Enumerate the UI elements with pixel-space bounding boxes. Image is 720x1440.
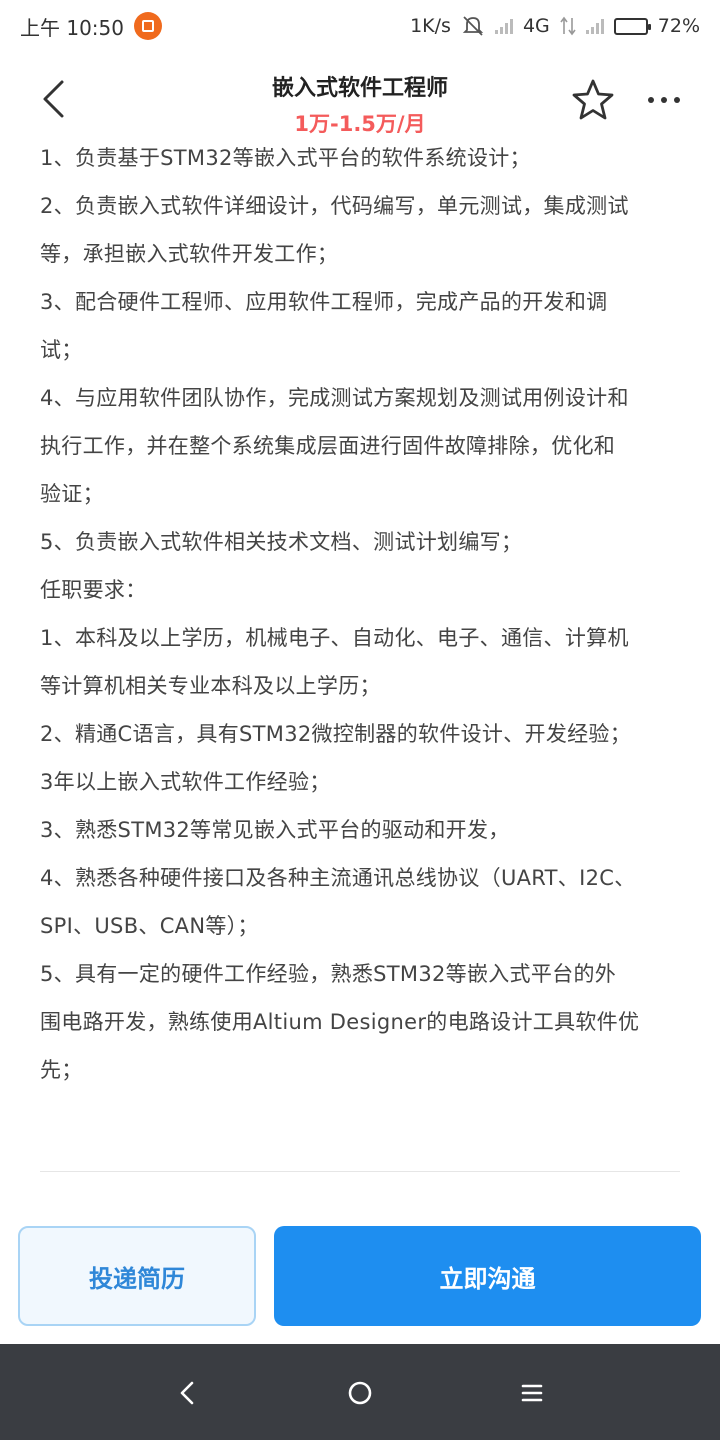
data-arrows-icon [560,16,576,36]
favorite-button[interactable] [568,76,618,126]
chat-now-button[interactable]: 立即沟通 [274,1226,701,1326]
description-line: 5、负责嵌入式软件相关技术文档、测试计划编写； [40,530,523,554]
description-line: 1、本科及以上学历，机械电子、自动化、电子、通信、计算机 [40,626,629,650]
more-options-button[interactable] [640,82,688,118]
description-line: 先； [40,1058,83,1082]
description-line: 执行工作，并在整个系统集成层面进行固件故障排除，优化和 [40,434,616,458]
network-speed: 1K/s [410,15,451,37]
description-line: 5、具有一定的硬件工作经验，熟悉STM32等嵌入式平台的外 [40,962,617,986]
description-line: 验证； [40,482,104,506]
alarm-off-icon [462,16,484,36]
description-line: 2、负责嵌入式软件详细设计，代码编写，单元测试，集成测试 [40,194,629,218]
description-line: 4、熟悉各种硬件接口及各种主流通讯总线协议（UART、I2C、 [40,866,636,890]
app-notification-icon [134,12,162,40]
description-line: 试； [40,338,83,362]
description-line: SPI、USB、CAN等）； [40,914,259,938]
submit-resume-button[interactable]: 投递简历 [18,1226,256,1326]
description-line: 等计算机相关专业本科及以上学历； [40,674,381,698]
network-type: 4G [522,15,550,37]
status-time: 上午 10:50 [20,15,124,40]
description-line: 4、与应用软件团队协作，完成测试方案规划及测试用例设计和 [40,386,629,410]
battery-percent: 72% [657,15,700,37]
signal-icon [494,18,513,34]
status-right: 1K/s 4G 72% [410,15,700,37]
nav-home-icon [348,1381,372,1405]
dot-icon [648,97,654,103]
description-line: 3、配合硬件工程师、应用软件工程师，完成产品的开发和调 [40,290,608,314]
description-line: 2、精通C语言，具有STM32微控制器的软件设计、开发经验； [40,722,632,746]
signal-2-icon [585,18,604,34]
nav-back-button[interactable] [163,1368,213,1418]
header: 嵌入式软件工程师 1万-1.5万/月 [0,52,720,144]
description-line: 3、熟悉STM32等常见嵌入式平台的驱动和开发， [40,818,510,842]
job-description: 1、负责基于STM32等嵌入式平台的软件系统设计； 2、负责嵌入式软件详细设计，代… [40,134,680,1174]
description-line: 任职要求： [40,578,147,602]
nav-back-icon [180,1381,194,1405]
status-left: 上午 10:50 [20,12,162,41]
dot-icon [674,97,680,103]
status-bar: 上午 10:50 1K/s 4G 72% [0,0,720,52]
dot-icon [661,97,667,103]
system-nav-bar [0,1344,720,1440]
star-icon [572,79,614,120]
nav-menu-button[interactable] [507,1368,557,1418]
description-line: 3年以上嵌入式软件工作经验； [40,770,331,794]
battery-icon [613,17,651,35]
description-line: 等，承担嵌入式软件开发工作； [40,242,339,266]
description-line: 围电路开发，熟练使用Altium Designer的电路设计工具软件优 [40,1010,640,1034]
description-lines: 1、负责基于STM32等嵌入式平台的软件系统设计； 2、负责嵌入式软件详细设计，代… [40,134,680,1094]
divider [40,1171,680,1172]
nav-menu-icon [521,1384,543,1402]
nav-home-button[interactable] [335,1368,385,1418]
